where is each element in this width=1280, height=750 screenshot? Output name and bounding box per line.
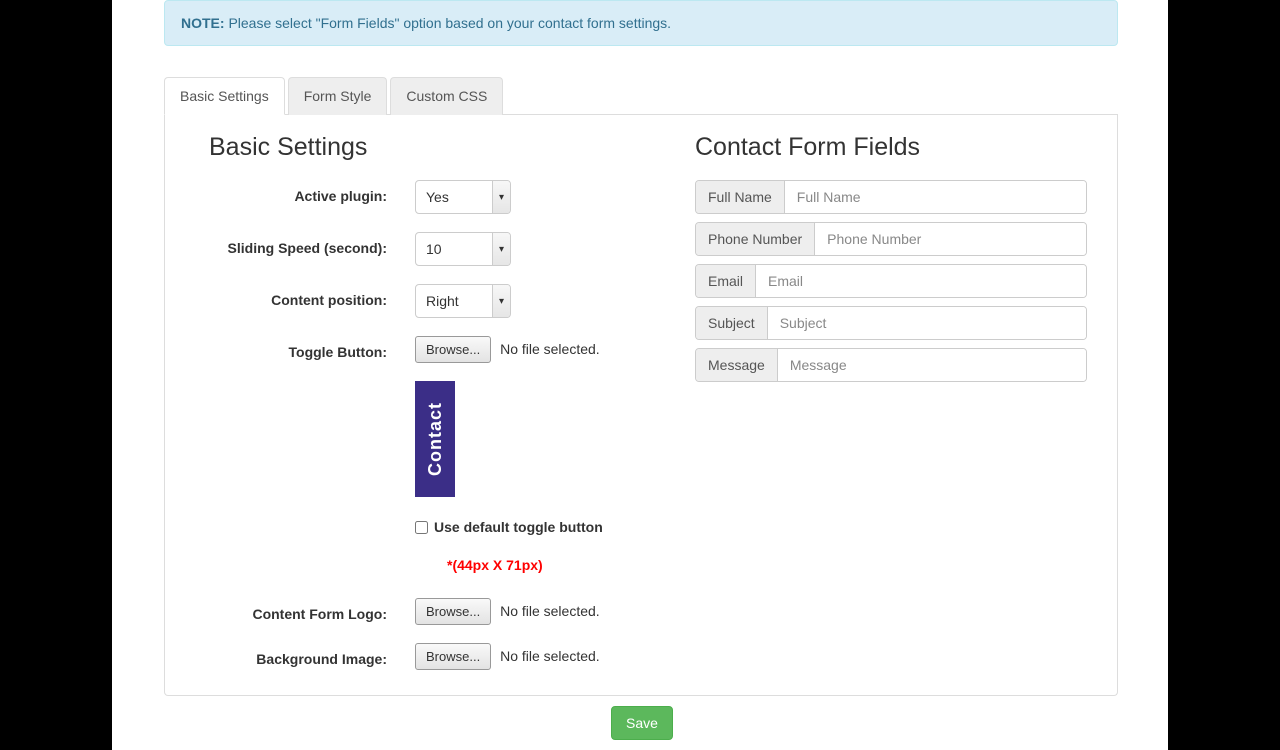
full-name-label: Full Name: [696, 181, 785, 213]
tab-form-style[interactable]: Form Style: [288, 77, 388, 115]
field-subject: Subject: [695, 306, 1087, 340]
email-input[interactable]: [756, 265, 1086, 297]
basic-settings-panel: Basic Settings Active plugin: Yes ▾ Slid…: [195, 133, 655, 670]
background-image-file-status: No file selected.: [500, 648, 600, 664]
content-position-select[interactable]: Right ▾: [415, 284, 511, 318]
content-logo-file-status: No file selected.: [500, 603, 600, 619]
field-email: Email: [695, 264, 1087, 298]
field-message: Message: [695, 348, 1087, 382]
content-position-label: Content position:: [195, 284, 415, 308]
chevron-down-icon: ▾: [492, 233, 510, 265]
message-label: Message: [696, 349, 778, 381]
active-plugin-label: Active plugin:: [195, 180, 415, 204]
email-label: Email: [696, 265, 756, 297]
message-input[interactable]: [778, 349, 1086, 381]
toggle-button-file-status: No file selected.: [500, 341, 600, 357]
subject-input[interactable]: [768, 307, 1086, 339]
chevron-down-icon: ▾: [492, 181, 510, 213]
toggle-preview-text: Contact: [425, 402, 446, 476]
active-plugin-value: Yes: [416, 189, 492, 205]
tab-custom-css[interactable]: Custom CSS: [390, 77, 503, 115]
settings-tabs: Basic Settings Form Style Custom CSS: [164, 76, 1118, 115]
basic-settings-heading: Basic Settings: [209, 133, 655, 162]
content-logo-label: Content Form Logo:: [195, 598, 415, 622]
field-full-name: Full Name: [695, 180, 1087, 214]
toggle-size-hint: *(44px X 71px): [447, 557, 655, 573]
toggle-button-browse[interactable]: Browse...: [415, 336, 491, 363]
phone-label: Phone Number: [696, 223, 815, 255]
subject-label: Subject: [696, 307, 768, 339]
chevron-down-icon: ▾: [492, 285, 510, 317]
sliding-speed-label: Sliding Speed (second):: [195, 232, 415, 256]
use-default-toggle-checkbox[interactable]: [415, 521, 428, 534]
toggle-button-preview: Contact: [415, 381, 455, 497]
save-button[interactable]: Save: [611, 706, 673, 740]
active-plugin-select[interactable]: Yes ▾: [415, 180, 511, 214]
tab-content: Basic Settings Active plugin: Yes ▾ Slid…: [164, 115, 1118, 696]
sliding-speed-value: 10: [416, 241, 492, 257]
toggle-button-label: Toggle Button:: [195, 336, 415, 360]
background-image-browse[interactable]: Browse...: [415, 643, 491, 670]
info-notice: NOTE: Please select "Form Fields" option…: [164, 0, 1118, 46]
sliding-speed-select[interactable]: 10 ▾: [415, 232, 511, 266]
field-phone: Phone Number: [695, 222, 1087, 256]
content-position-value: Right: [416, 293, 492, 309]
contact-fields-heading: Contact Form Fields: [695, 133, 1087, 162]
notice-text: Please select "Form Fields" option based…: [225, 15, 671, 31]
notice-prefix: NOTE:: [181, 15, 225, 31]
full-name-input[interactable]: [785, 181, 1086, 213]
tab-basic-settings[interactable]: Basic Settings: [164, 77, 285, 115]
content-logo-browse[interactable]: Browse...: [415, 598, 491, 625]
contact-form-fields-panel: Contact Form Fields Full Name Phone Numb…: [695, 133, 1087, 670]
use-default-toggle-label: Use default toggle button: [434, 519, 603, 535]
background-image-label: Background Image:: [195, 643, 415, 667]
phone-input[interactable]: [815, 223, 1086, 255]
